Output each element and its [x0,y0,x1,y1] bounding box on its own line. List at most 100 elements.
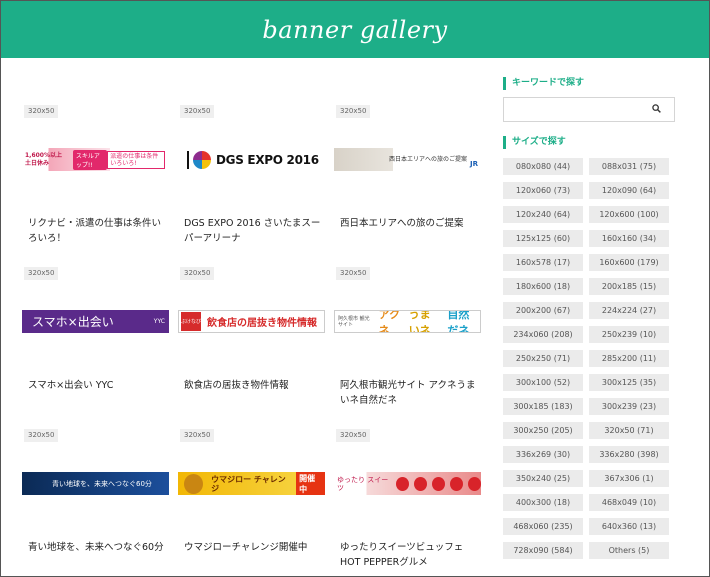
banner-text: ゆったり スイーツ [337,475,389,492]
keyword-heading: キーワードで探す [503,77,675,90]
banner-card[interactable]: 320x50 ぶけなび 飲食店の居抜き物件情報 飲食店の居抜き物件情報 [178,267,326,422]
size-filter-chip[interactable]: 080x080 (44) [503,158,583,175]
banner-text: スマホ×出会い [32,315,114,329]
banner-image[interactable]: DGS EXPO 2016 [178,148,325,171]
banner-text: 西日本エリアへの旅のご提案 [388,156,467,163]
strawberry-icon [449,476,463,491]
banner-image[interactable]: ぶけなび 飲食店の居抜き物件情報 [178,310,325,333]
banner-card[interactable]: 320x50 DGS EXPO 2016 DGS EXPO 2016 さいたまス… [178,105,326,260]
banner-image[interactable]: スマホ×出会い YYC [22,310,169,333]
sizes-heading: サイズで探す [503,136,675,149]
banner-card[interactable]: 320x50 阿久根市 観光サイト アクネ うまいネ 自然だネ 阿久根市観光サイ… [334,267,482,422]
card-title[interactable]: 阿久根市観光サイト アクネうまいネ自然だネ [340,378,480,408]
size-filter-chip[interactable]: 160x600 (179) [589,254,669,271]
banner-image[interactable]: ゆったり スイーツ [334,472,481,495]
banner-image[interactable]: 西日本エリアへの旅のご提案 JR [334,148,481,171]
size-filter-chip[interactable]: 367x306 (1) [589,470,669,487]
size-filter-chip[interactable]: 300x239 (23) [589,398,669,415]
size-filter-chip[interactable]: 468x049 (10) [589,494,669,511]
card-title[interactable]: DGS EXPO 2016 さいたまスーパーアリーナ [184,216,324,246]
card-title[interactable]: 西日本エリアへの旅のご提案 [340,216,480,231]
card-title[interactable]: スマホ×出会い YYC [28,378,168,393]
size-filter-chip[interactable]: 336x280 (398) [589,446,669,463]
size-filter-chip[interactable]: 300x250 (205) [503,422,583,439]
search-form [503,97,675,122]
size-filter-chip[interactable]: 125x125 (60) [503,230,583,247]
size-filter-chip[interactable]: 250x250 (71) [503,350,583,367]
size-filter-chip[interactable]: 200x185 (15) [589,278,669,295]
size-filter-chip[interactable]: 640x360 (13) [589,518,669,535]
banner-card[interactable]: 320x50 ウマジロー チャレンジ 開催中 ウマジローチャレンジ開催中 [178,429,326,577]
strawberry-icon [467,476,481,491]
card-title[interactable]: 青い地球を、未来へつなぐ60分 [28,540,168,555]
site-logo[interactable]: banner gallery [262,16,447,44]
banner-card[interactable]: 320x50 青い地球を、未来へつなぐ60分 青い地球を、未来へつなぐ60分 [22,429,170,577]
size-filter-chip[interactable]: 120x090 (64) [589,182,669,199]
size-filter-chip[interactable]: 300x100 (52) [503,374,583,391]
card-title[interactable]: ウマジローチャレンジ開催中 [184,540,324,555]
banner-text: ウマジロー チャレンジ [211,474,286,493]
banner-image[interactable]: 青い地球を、未来へつなぐ60分 [22,472,169,495]
size-badge: 320x50 [336,267,371,280]
size-filter-chip[interactable]: 350x240 (25) [503,470,583,487]
size-filter-chip[interactable]: 320x50 (71) [589,422,669,439]
size-badge: 320x50 [180,267,215,280]
size-filter-chip[interactable]: 088x031 (75) [589,158,669,175]
size-filter-chip[interactable]: 336x269 (30) [503,446,583,463]
size-filter-chip[interactable]: Others (5) [589,542,669,559]
card-title[interactable]: リクナビ・派遣の仕事は条件いろいろ！ [28,216,168,246]
banner-text: うまいネ [408,310,431,333]
size-filter-chip[interactable]: 160x160 (34) [589,230,669,247]
sidebar: キーワードで探す サイズで探す 080x080 (44) 088x031 (75)… [503,77,675,559]
banner-text: 青い地球を、未来へつなぐ60分 [52,479,152,488]
size-filter-chip[interactable]: 200x200 (67) [503,302,583,319]
strawberry-icon [395,476,409,491]
strawberry-icon [431,476,445,491]
size-filter-chip[interactable]: 234x060 (208) [503,326,583,343]
banner-logo: ぶけなび [181,312,201,331]
site-header: banner gallery [1,1,709,58]
card-title[interactable]: 飲食店の居抜き物件情報 [184,378,324,393]
banner-text: スキルアップ!! [72,149,108,170]
size-filter-chip[interactable]: 300x185 (183) [503,398,583,415]
size-badge: 320x50 [336,105,371,118]
size-filter-chip[interactable]: 250x239 (10) [589,326,669,343]
size-filter-chip[interactable]: 224x224 (27) [589,302,669,319]
size-filter-chip[interactable]: 728x090 (584) [503,542,583,559]
size-filter-chip[interactable]: 120x060 (73) [503,182,583,199]
size-filter-chip[interactable]: 285x200 (11) [589,350,669,367]
banner-text: 派遣の仕事は条件いろいろ! [107,150,165,169]
banner-text: 阿久根市 観光サイト [338,315,370,328]
size-filter-chip[interactable]: 468x060 (235) [503,518,583,535]
size-list: 080x080 (44) 088x031 (75) 120x060 (73) 120x… [503,158,675,559]
size-badge: 320x50 [24,429,59,442]
banner-brand: YYC [153,318,165,325]
size-filter-chip[interactable]: 120x600 (100) [589,206,669,223]
banner-card[interactable]: 320x50 西日本エリアへの旅のご提案 JR 西日本エリアへの旅のご提案 [334,105,482,260]
banner-image[interactable]: 1,600%以上 土日休み スキルアップ!! 派遣の仕事は条件いろいろ! [22,148,169,171]
banner-text: 開催中 [296,472,325,495]
divider [187,150,189,169]
banner-image[interactable]: 阿久根市 観光サイト アクネ うまいネ 自然だネ [334,310,481,333]
size-filter-chip[interactable]: 160x578 (17) [503,254,583,271]
size-filter-chip[interactable]: 400x300 (18) [503,494,583,511]
banner-image[interactable]: ウマジロー チャレンジ 開催中 [178,472,325,495]
size-filter-chip[interactable]: 180x600 (18) [503,278,583,295]
size-filter-chip[interactable]: 300x125 (35) [589,374,669,391]
banner-text: 飲食店の居抜き物件情報 [207,318,317,329]
size-filter-chip[interactable]: 120x240 (64) [503,206,583,223]
search-input[interactable] [504,98,644,122]
banner-card[interactable]: 320x50 ゆったり スイーツ ゆったりスイーツビュッフェ HOT PEPPE… [334,429,482,577]
banner-card[interactable]: 320x50 スマホ×出会い YYC スマホ×出会い YYC [22,267,170,422]
strawberry-icon [413,476,427,491]
size-badge: 320x50 [336,429,371,442]
size-badge: 320x50 [24,267,59,280]
banner-text: DGS EXPO 2016 [216,152,319,167]
card-title[interactable]: ゆったりスイーツビュッフェ HOT PEPPERグルメ [340,540,480,570]
mascot-icon [184,473,204,494]
banner-text: 1,600%以上 土日休み [25,151,62,167]
banner-card[interactable]: 320x50 1,600%以上 土日休み スキルアップ!! 派遣の仕事は条件いろ… [22,105,170,260]
banner-text: アクネ [378,310,401,333]
size-badge: 320x50 [24,105,59,118]
search-icon[interactable] [652,104,661,113]
